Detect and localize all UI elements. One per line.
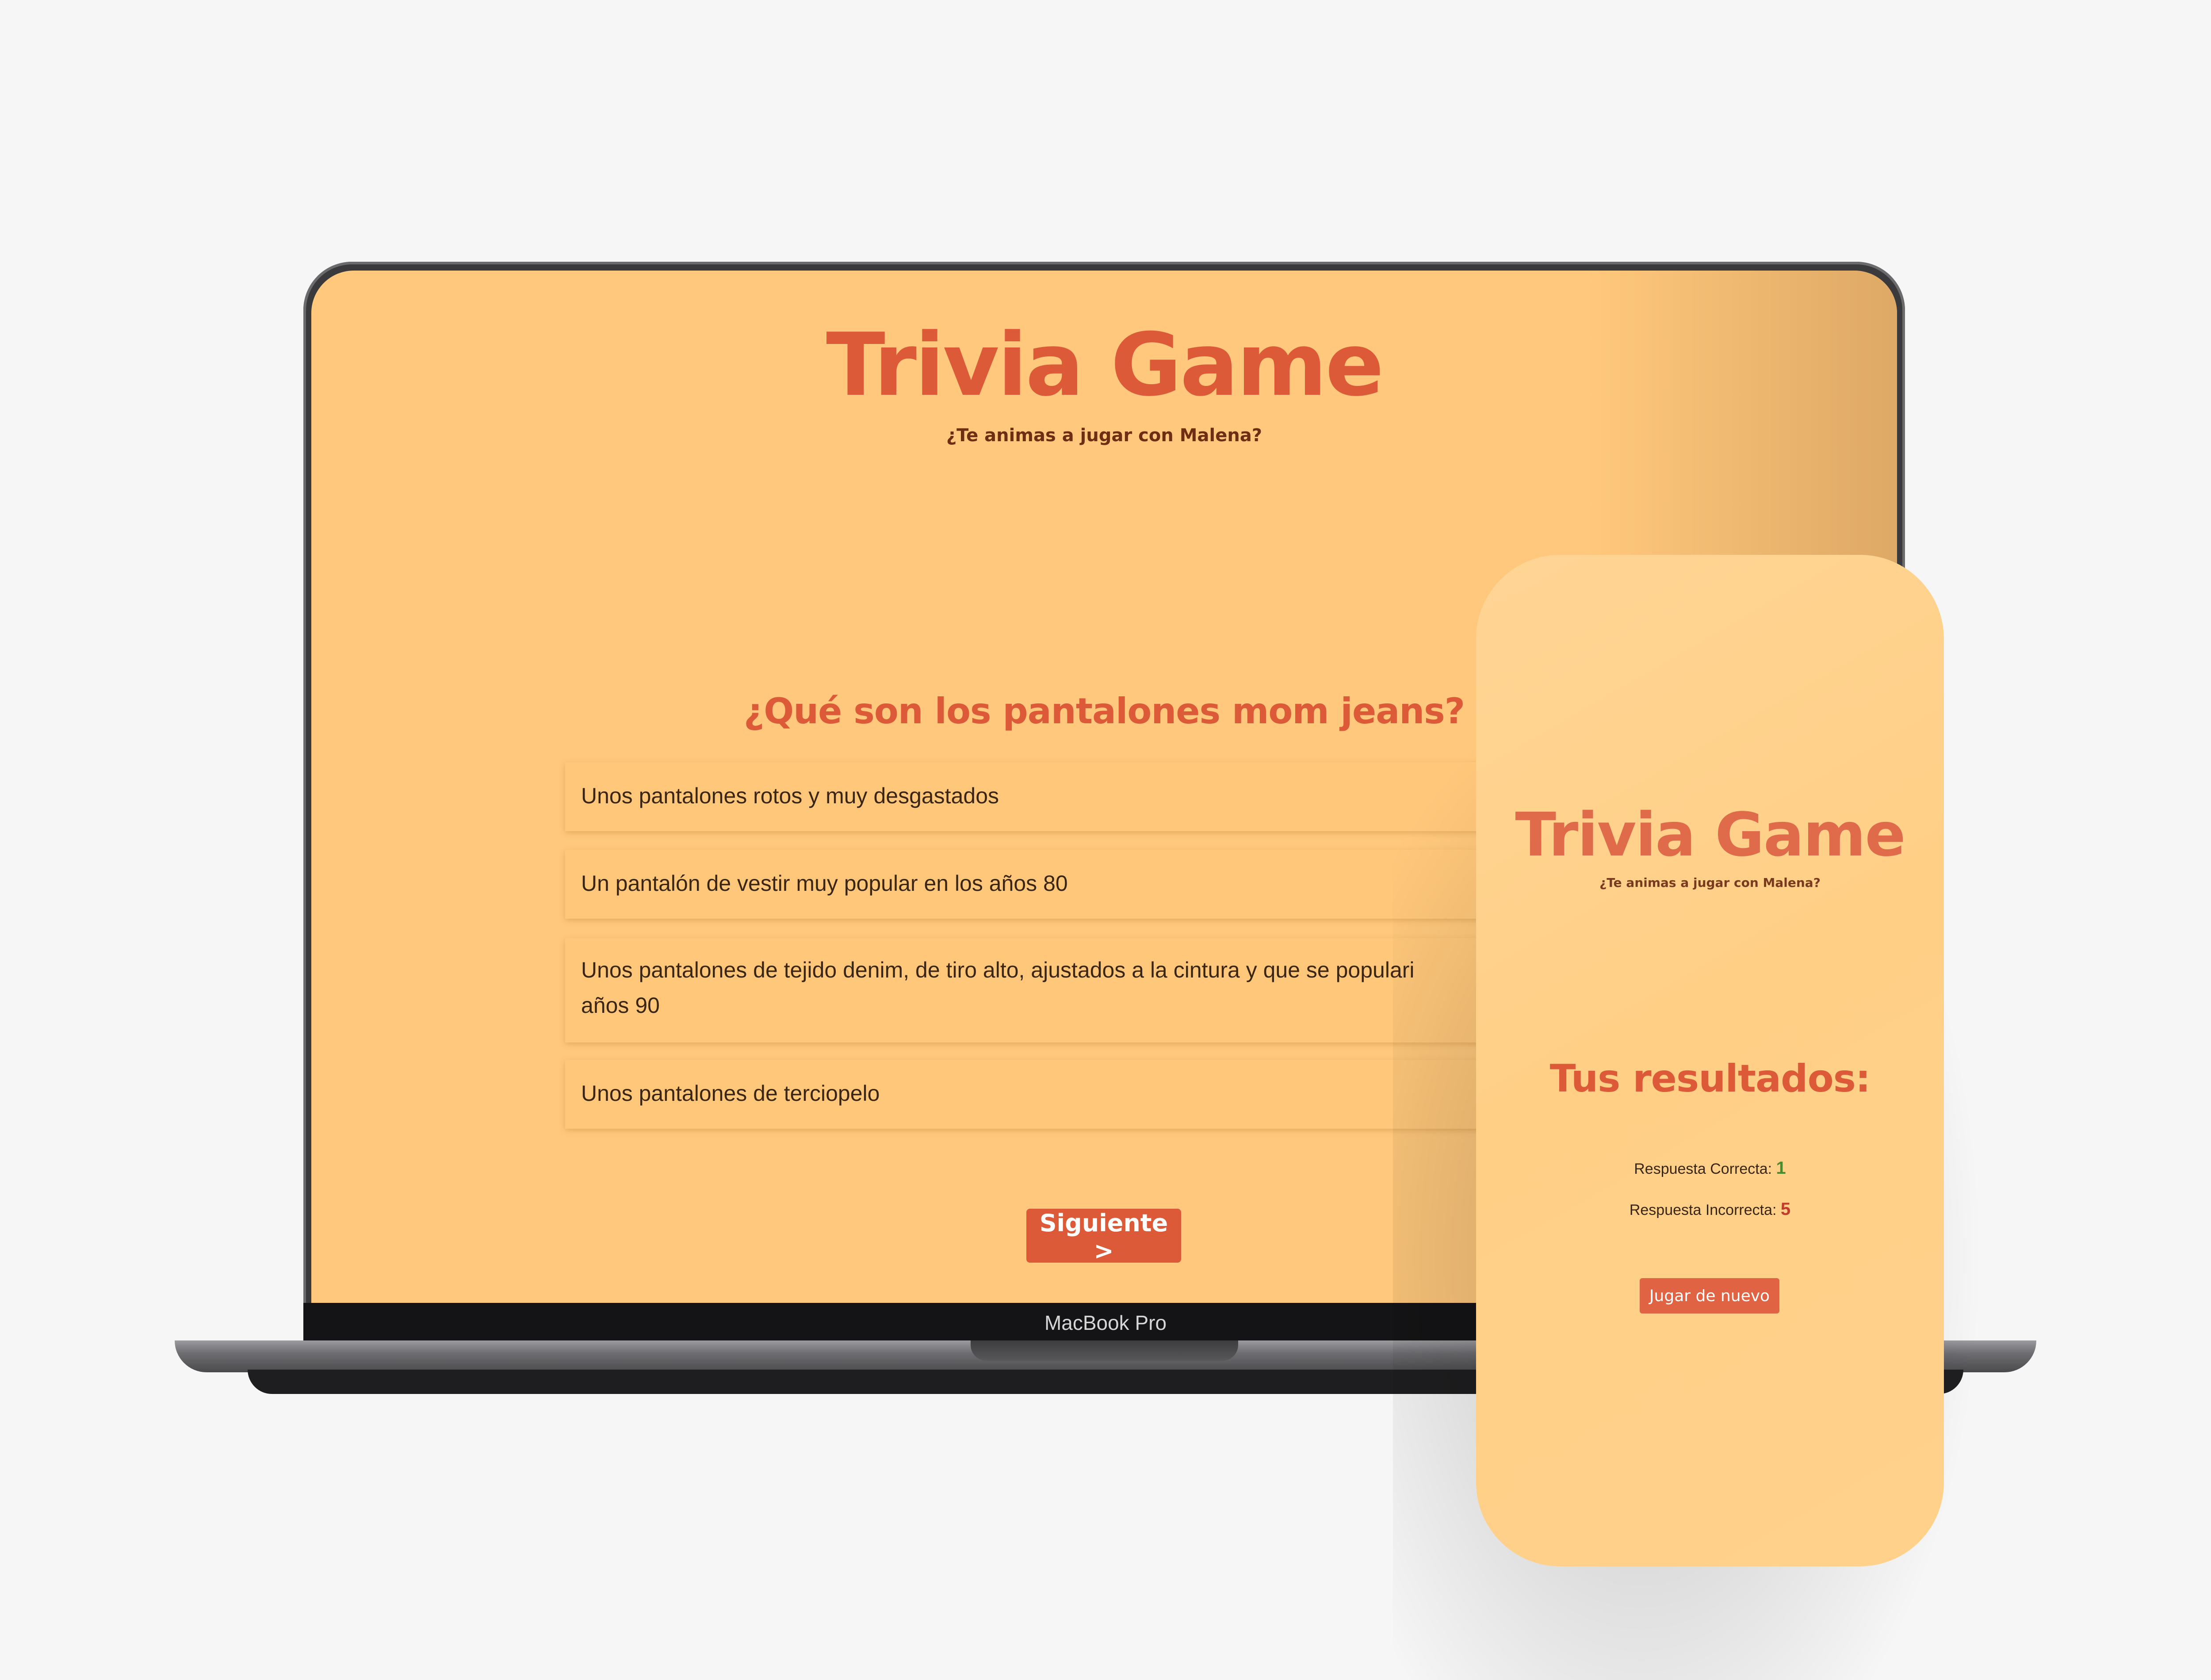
correct-label: Respuesta Correcta: [1634, 1161, 1772, 1177]
phone-page-title: Trivia Game [1515, 800, 1905, 870]
laptop-model-label: MacBook Pro [1044, 1311, 1167, 1334]
answer-label: Unos pantalones rotos y muy desgastados [581, 783, 999, 808]
laptop-opening-notch [971, 1340, 1238, 1361]
phone-page-subtitle: ¿Te animas a jugar con Malena? [1599, 875, 1821, 890]
answer-label: Un pantalón de vestir muy popular en los… [581, 871, 1068, 896]
incorrect-label: Respuesta Incorrecta: [1629, 1202, 1777, 1218]
incorrect-count: 5 [1780, 1199, 1791, 1219]
next-button[interactable]: Siguiente > [1026, 1209, 1181, 1265]
answer-label: Unos pantalones de terciopelo [581, 1081, 880, 1106]
results-heading: Tus resultados: [1549, 1057, 1871, 1101]
page-subtitle: ¿Te animas a jugar con Malena? [946, 425, 1262, 446]
incorrect-result: Respuesta Incorrecta: 5 [1476, 1199, 1944, 1219]
correct-result: Respuesta Correcta: 1 [1476, 1158, 1944, 1178]
correct-count: 1 [1776, 1158, 1786, 1178]
phone: Trivia Game ¿Te animas a jugar con Malen… [1476, 555, 1944, 1566]
page-title: Trivia Game [826, 315, 1384, 416]
play-again-button[interactable]: Jugar de nuevo [1640, 1278, 1779, 1313]
